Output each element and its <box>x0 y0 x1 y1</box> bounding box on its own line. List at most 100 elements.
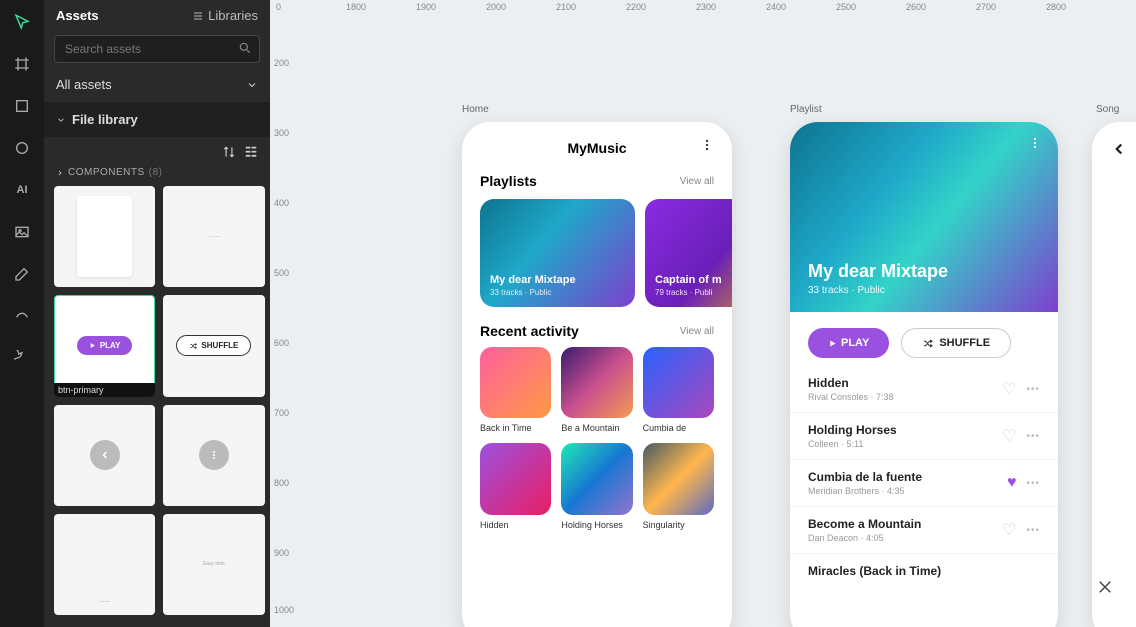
comment-tool-icon[interactable] <box>8 344 36 372</box>
play-label: PLAY <box>100 341 121 350</box>
track-title: Hidden <box>808 376 894 390</box>
track-title: Miracles (Back in Time) <box>808 564 941 578</box>
ruler-horizontal: 0 1800 1900 2000 2100 2200 2300 2400 250… <box>270 0 1136 18</box>
playlists-heading: Playlists <box>480 173 537 189</box>
component-thumb[interactable] <box>54 186 155 287</box>
frame-label-song[interactable]: Song <box>1096 104 1119 115</box>
components-section-header[interactable]: COMPONENTS (8) <box>44 163 270 186</box>
app-title: MyMusic <box>567 140 626 156</box>
playlist-meta: 33 tracks · Public <box>808 285 1040 296</box>
activity-item[interactable]: Back in Time <box>480 347 551 433</box>
tab-libraries-label: Libraries <box>208 8 258 23</box>
recent-heading: Recent activity <box>480 323 579 339</box>
component-thumb[interactable]: — — <box>163 186 264 287</box>
ellipse-tool-icon[interactable] <box>8 134 36 162</box>
search-icon[interactable] <box>238 41 252 60</box>
track-row[interactable]: Become a Mountain Dan Deacon · 4:05 ♡ ••• <box>790 507 1058 554</box>
close-icon[interactable] <box>1096 578 1114 601</box>
tab-libraries[interactable]: Libraries <box>192 8 258 23</box>
activity-title: Be a Mountain <box>561 423 632 433</box>
frame-label-playlist[interactable]: Playlist <box>790 104 822 115</box>
design-canvas[interactable]: 0 1800 1900 2000 2100 2200 2300 2400 250… <box>270 0 1136 627</box>
activity-title: Hidden <box>480 520 551 530</box>
track-more-icon[interactable]: ••• <box>1026 431 1040 442</box>
activity-item[interactable]: Singularity <box>643 443 714 529</box>
component-thumb[interactable]: —— <box>54 514 155 615</box>
components-grid: — — PLAY btn-primary SHUFFLE —— Easy tim… <box>44 186 270 627</box>
more-icon[interactable] <box>1028 136 1042 155</box>
playlist-card-meta: 33 tracks · Public <box>490 288 625 297</box>
track-meta: Colleen · 5:11 <box>808 439 897 449</box>
shuffle-button-label: SHUFFLE <box>939 337 990 349</box>
move-tool-icon[interactable] <box>8 8 36 36</box>
playlist-card[interactable]: My dear Mixtape 33 tracks · Public <box>480 199 635 307</box>
track-more-icon[interactable]: ••• <box>1026 478 1040 489</box>
grid-view-icon[interactable] <box>244 145 258 159</box>
track-row[interactable]: Hidden Rival Consoles · 7:38 ♡ ••• <box>790 366 1058 413</box>
pen-tool-icon[interactable] <box>8 260 36 288</box>
assets-panel: Assets Libraries All assets File library <box>44 0 270 627</box>
track-more-icon[interactable]: ••• <box>1026 525 1040 536</box>
frame-home[interactable]: MyMusic Playlists View all My dear Mixta… <box>462 122 732 627</box>
shuffle-button[interactable]: SHUFFLE <box>901 328 1011 358</box>
back-icon[interactable] <box>1110 140 1128 163</box>
track-title: Become a Mountain <box>808 517 921 531</box>
rect-tool-icon[interactable] <box>8 92 36 120</box>
file-library-header[interactable]: File library <box>44 102 270 137</box>
chevron-down-icon <box>246 79 258 91</box>
assets-dropdown[interactable]: All assets <box>44 71 270 102</box>
track-meta: Dan Deacon · 4:05 <box>808 533 921 543</box>
view-all-link[interactable]: View all <box>680 176 714 187</box>
frame-playlist[interactable]: My dear Mixtape 33 tracks · Public PLAY … <box>790 122 1058 627</box>
component-thumb[interactable]: Easy time <box>163 514 264 615</box>
activity-item[interactable]: Holding Horses <box>561 443 632 529</box>
ai-tool-icon[interactable]: AI <box>8 176 36 204</box>
play-button-label: PLAY <box>841 337 869 349</box>
chevron-right-icon <box>56 169 64 177</box>
component-name-label: btn-primary <box>54 383 155 397</box>
component-thumb-btn-primary[interactable]: PLAY btn-primary <box>54 295 155 396</box>
playlist-card-meta: 79 tracks · Publi <box>655 288 732 297</box>
component-thumb[interactable] <box>163 405 264 506</box>
assets-dropdown-label: All assets <box>56 77 112 92</box>
playlist-title: My dear Mixtape <box>808 261 1040 282</box>
components-count: (8) <box>149 167 163 178</box>
heart-icon[interactable]: ♡ <box>1002 520 1016 540</box>
heart-icon[interactable]: ♥ <box>1007 474 1017 492</box>
more-icon[interactable] <box>700 138 714 157</box>
heart-icon[interactable]: ♡ <box>1002 379 1016 399</box>
image-tool-icon[interactable] <box>8 218 36 246</box>
component-thumb[interactable]: SHUFFLE <box>163 295 264 396</box>
frame-tool-icon[interactable] <box>8 50 36 78</box>
track-row[interactable]: Cumbia de la fuenteMeridian Brothers · 4… <box>790 460 1058 507</box>
track-more-icon[interactable]: ••• <box>1026 384 1040 395</box>
track-row[interactable]: Miracles (Back in Time) <box>790 554 1058 588</box>
shuffle-label: SHUFFLE <box>201 341 238 350</box>
track-row[interactable]: Holding Horses Colleen · 5:11 ♡ ••• <box>790 413 1058 460</box>
chevron-down-icon <box>56 115 66 125</box>
track-meta: Rival Consoles · 7:38 <box>808 392 894 402</box>
frame-song[interactable] <box>1092 122 1136 627</box>
activity-title: Back in Time <box>480 423 551 433</box>
activity-item[interactable]: Hidden <box>480 443 551 529</box>
activity-item[interactable]: Cumbia de <box>643 347 714 433</box>
playlist-card[interactable]: Captain of m 79 tracks · Publi <box>645 199 732 307</box>
heart-icon[interactable]: ♡ <box>1002 426 1016 446</box>
track-title: Holding Horses <box>808 423 897 437</box>
sort-icon[interactable] <box>222 145 236 159</box>
view-all-link[interactable]: View all <box>680 326 714 337</box>
tab-assets[interactable]: Assets <box>56 8 99 23</box>
activity-title: Cumbia de <box>643 423 714 433</box>
playlist-card-title: My dear Mixtape <box>490 274 625 286</box>
play-button[interactable]: PLAY <box>808 328 889 358</box>
file-library-label: File library <box>72 112 138 127</box>
playlist-card-title: Captain of m <box>655 274 732 286</box>
component-thumb[interactable] <box>54 405 155 506</box>
search-input[interactable] <box>54 35 260 63</box>
path-tool-icon[interactable] <box>8 302 36 330</box>
track-title: Cumbia de la fuente <box>808 470 922 484</box>
activity-title: Singularity <box>643 520 714 530</box>
frame-label-home[interactable]: Home <box>462 104 489 115</box>
activity-title: Holding Horses <box>561 520 632 530</box>
activity-item[interactable]: Be a Mountain <box>561 347 632 433</box>
